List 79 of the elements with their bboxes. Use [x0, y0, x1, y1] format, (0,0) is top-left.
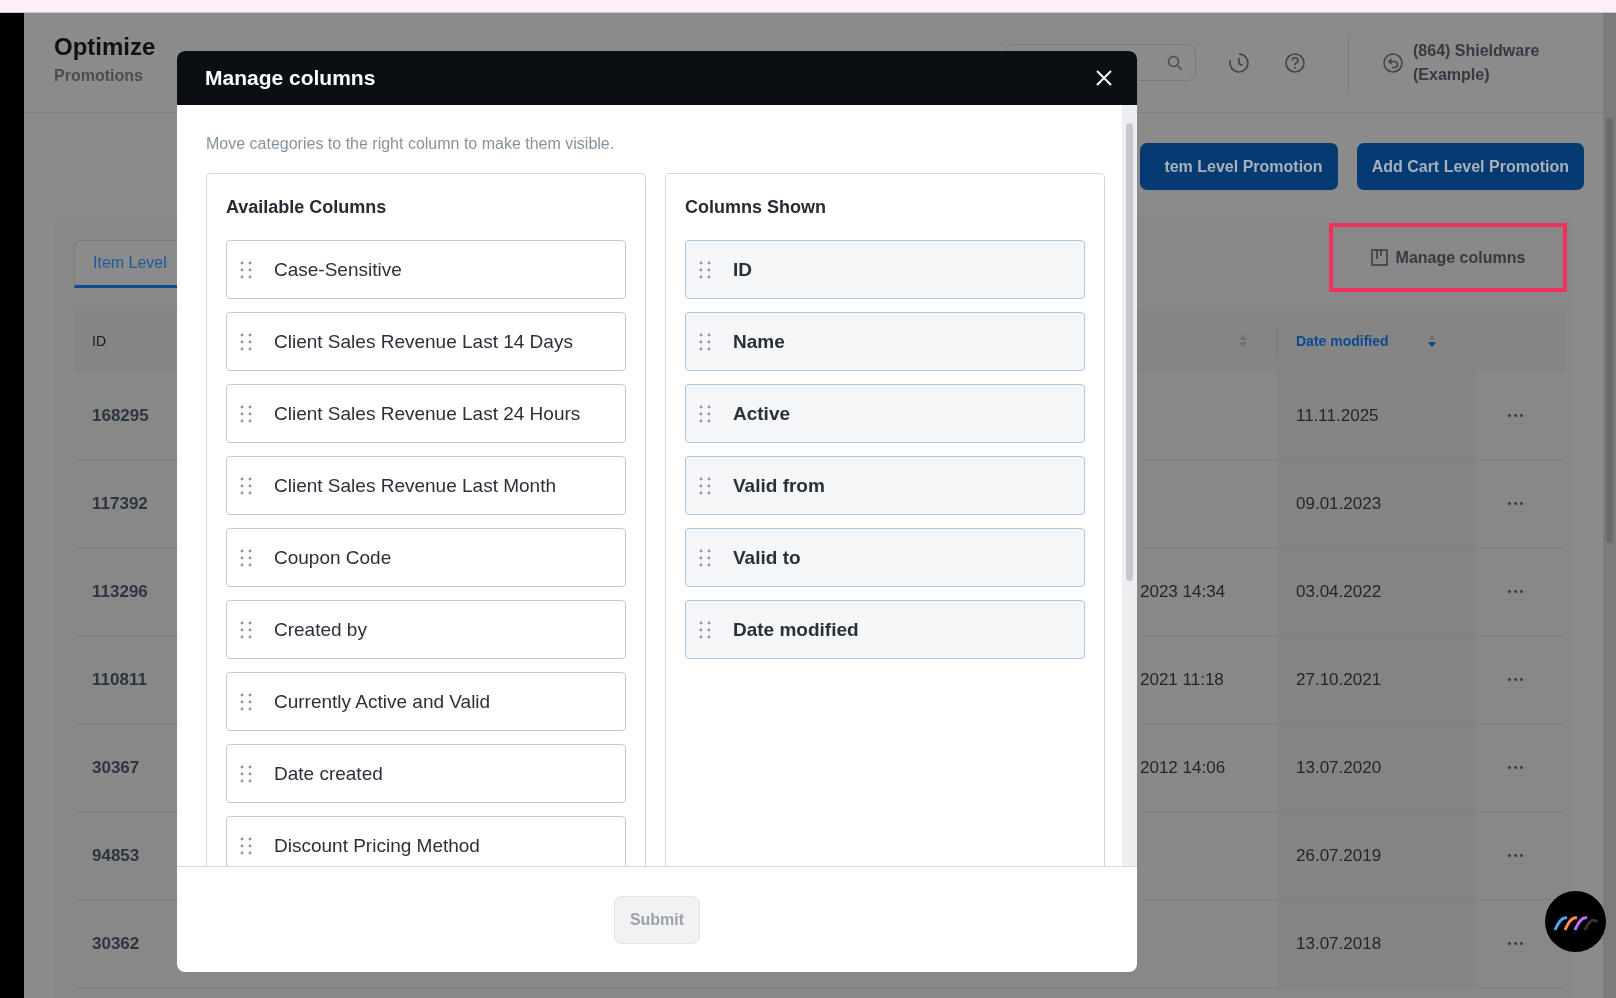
column-item[interactable]: Client Sales Revenue Last 14 Days — [226, 312, 626, 371]
table-cell: 94853 — [92, 845, 140, 866]
column-item[interactable]: ID — [685, 240, 1085, 299]
table-cell: 2021 11:18 — [1140, 669, 1224, 690]
panel-title: Available Columns — [226, 197, 388, 219]
table-cell: 11.11.2025 — [1296, 405, 1379, 426]
drag-handle-icon[interactable] — [239, 691, 253, 712]
drag-handle-icon[interactable] — [698, 475, 712, 496]
close-icon[interactable] — [1095, 69, 1113, 87]
column-item[interactable]: Active — [685, 384, 1085, 443]
column-item[interactable]: Created by — [226, 600, 626, 659]
column-item[interactable]: Name — [685, 312, 1085, 371]
help-icon[interactable] — [1284, 51, 1306, 74]
column-name: Currently Active and Valid — [274, 690, 491, 713]
table-cell: 27.10.2021 — [1296, 669, 1382, 690]
column-name: Case-Sensitive — [274, 258, 402, 281]
panel-title: Columns Shown — [685, 197, 827, 219]
table-cell: 30367 — [92, 757, 140, 778]
column-name: Valid to — [733, 546, 801, 569]
column-item[interactable]: Date created — [226, 744, 626, 803]
column-name: Valid from — [733, 474, 825, 497]
table-cell: 110811 — [92, 669, 147, 690]
dialog-title: Manage columns — [205, 66, 376, 90]
column-item[interactable]: Date modified — [685, 600, 1085, 659]
history-icon[interactable] — [1228, 51, 1250, 74]
column-item[interactable]: Client Sales Revenue Last Month — [226, 456, 626, 515]
sort-icon[interactable] — [1426, 333, 1437, 348]
table-cell: 26.07.2019 — [1296, 845, 1382, 866]
drag-handle-icon[interactable] — [239, 763, 253, 784]
column-name: Active — [733, 402, 791, 425]
table-cell: 13.07.2018 — [1296, 933, 1382, 954]
column-name: Created by — [274, 618, 367, 641]
search-icon — [1167, 54, 1183, 71]
column-name: Client Sales Revenue Last 14 Days — [274, 330, 573, 353]
table-cell: 03.04.2022 — [1296, 581, 1382, 602]
table-cell: 168295 — [92, 405, 149, 426]
table-cell: 30362 — [92, 933, 140, 954]
add-promotion-button[interactable]: tem Level Promotion — [1140, 143, 1338, 190]
column-item[interactable]: Client Sales Revenue Last 24 Hours — [226, 384, 626, 443]
drag-handle-icon[interactable] — [239, 619, 253, 640]
drag-handle-icon[interactable] — [239, 475, 253, 496]
drag-handle-icon[interactable] — [239, 547, 253, 568]
table-cell: 2012 14:06 — [1140, 757, 1226, 778]
drag-handle-icon[interactable] — [698, 547, 712, 568]
column-item[interactable]: Case-Sensitive — [226, 240, 626, 299]
drag-handle-icon[interactable] — [698, 259, 712, 280]
dialog-instructions: Move categories to the right column to make them visible. — [206, 135, 616, 153]
column-name: ID — [733, 258, 752, 281]
column-name: Date created — [274, 762, 383, 785]
drag-handle-icon[interactable] — [239, 403, 253, 424]
table-cell: 2023 14:34 — [1140, 581, 1226, 602]
column-item[interactable]: Valid from — [685, 456, 1085, 515]
page-subtitle: Promotions — [54, 66, 144, 85]
drag-handle-icon[interactable] — [698, 403, 712, 424]
drag-handle-icon[interactable] — [239, 331, 253, 352]
column-label: Date modified — [1296, 332, 1389, 349]
table-cell: 13.07.2020 — [1296, 757, 1382, 778]
column-name: Coupon Code — [274, 546, 392, 569]
column-item[interactable]: Valid to — [685, 528, 1085, 587]
column-name: Date modified — [733, 618, 859, 641]
columns-icon — [1370, 249, 1388, 266]
column-item[interactable]: Coupon Code — [226, 528, 626, 587]
column-name: Discount Pricing Method — [274, 834, 480, 857]
column-name: Client Sales Revenue Last Month — [274, 474, 556, 497]
column-name: Client Sales Revenue Last 24 Hours — [274, 402, 581, 425]
drag-handle-icon[interactable] — [239, 259, 253, 280]
undo-icon[interactable] — [1382, 51, 1404, 74]
app-title: Optimize — [54, 32, 156, 61]
column-name: Name — [733, 330, 785, 353]
column-item[interactable]: Discount Pricing Method — [226, 816, 626, 866]
table-cell: 117392 — [92, 493, 148, 514]
table-cell: 113296 — [92, 581, 148, 602]
drag-handle-icon[interactable] — [698, 619, 712, 640]
drag-handle-icon[interactable] — [698, 331, 712, 352]
drag-handle-icon[interactable] — [239, 835, 253, 856]
table-cell: 09.01.2023 — [1296, 493, 1382, 514]
scrollbar-thumb[interactable] — [1126, 123, 1133, 581]
column-item[interactable]: Currently Active and Valid — [226, 672, 626, 731]
add-promotion-button[interactable]: Add Cart Level Promotion — [1356, 143, 1584, 190]
